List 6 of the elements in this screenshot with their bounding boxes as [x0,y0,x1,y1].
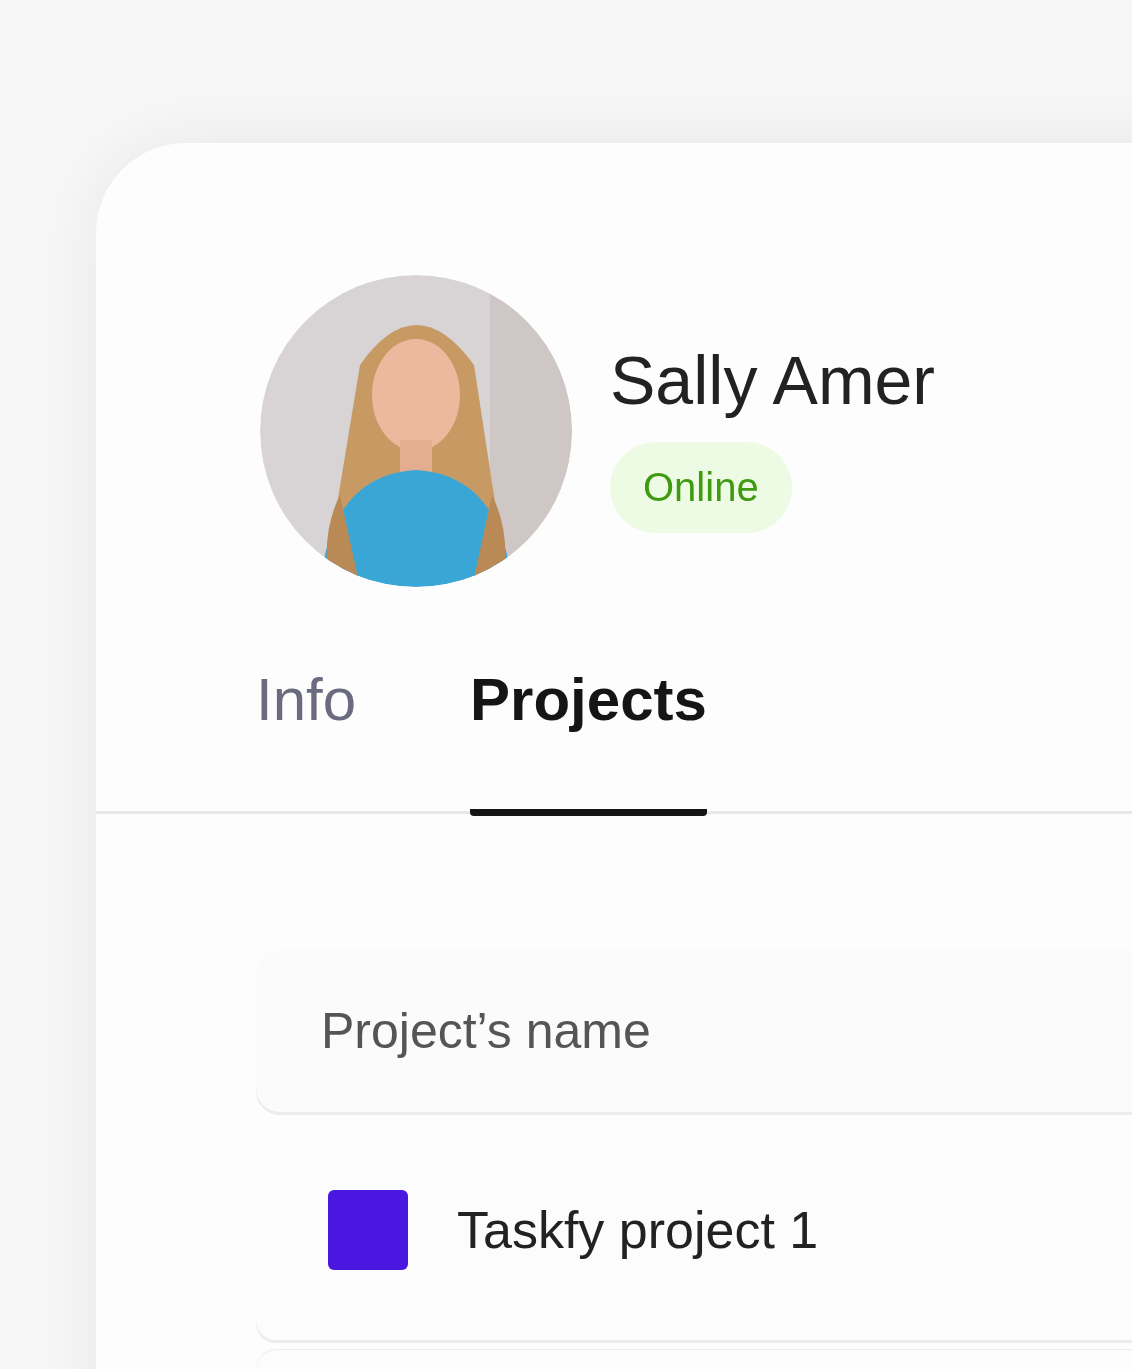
tab[interactable]: Info [256,665,357,816]
project-name: Taskfy project 1 [457,1200,819,1261]
column-header: Project’s name [321,1001,651,1061]
status-badge: Online [610,441,792,533]
user-name: Sally Amer [610,340,935,420]
tab[interactable]: Projects [470,665,707,816]
